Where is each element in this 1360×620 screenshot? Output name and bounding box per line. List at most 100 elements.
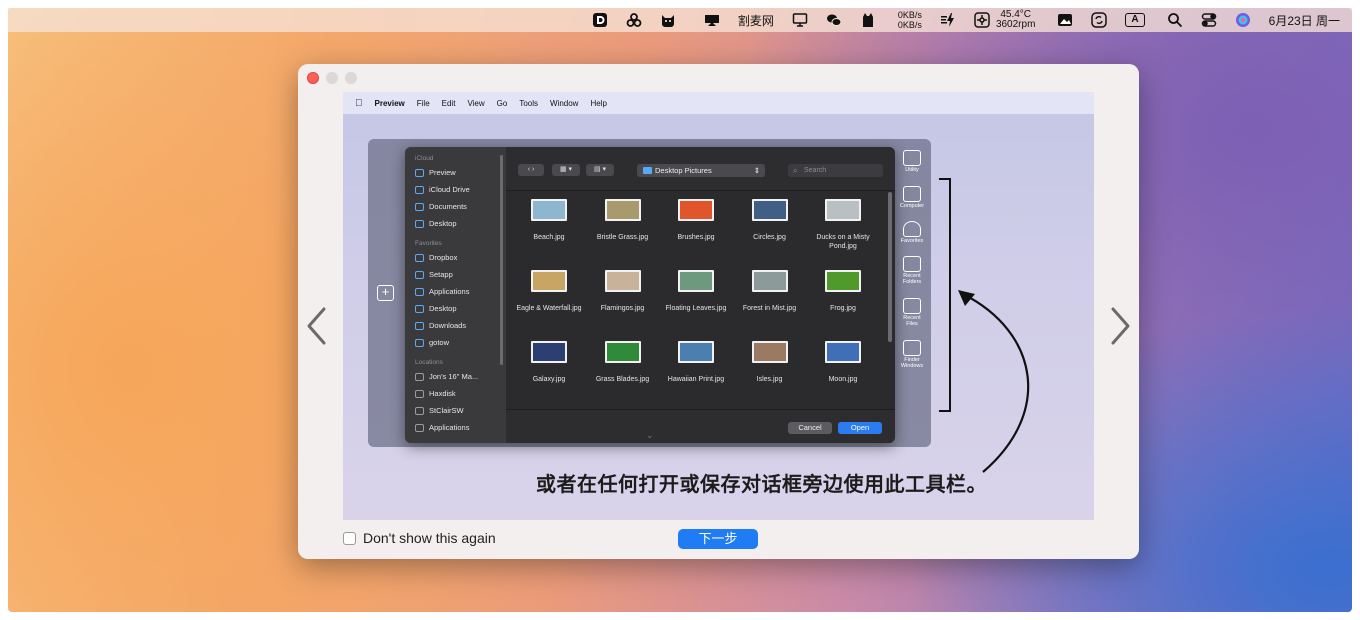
file-thumbnail bbox=[678, 341, 714, 363]
file-name: Circles.jpg bbox=[753, 234, 786, 241]
chevron-left-icon[interactable] bbox=[304, 306, 330, 346]
menu-file: File bbox=[409, 98, 430, 108]
cat-icon[interactable] bbox=[860, 8, 876, 32]
file-name: Forest in Mist.jpg bbox=[742, 305, 797, 312]
dont-show-checkbox[interactable] bbox=[343, 532, 356, 545]
chevron-right-icon[interactable] bbox=[1107, 306, 1133, 346]
sidebar-item-label: Desktop bbox=[429, 304, 457, 313]
toolbar-item-recent-files: Recent Files bbox=[898, 298, 926, 327]
file-item: Floating Leaves.jpg bbox=[659, 270, 733, 340]
path-popup: Desktop Pictures ⇕ bbox=[637, 164, 765, 177]
applications-icon bbox=[415, 287, 424, 296]
d-app-icon[interactable] bbox=[592, 8, 608, 32]
network-speed: 0KB/s 0KB/s bbox=[898, 8, 922, 32]
folder-icon bbox=[643, 167, 652, 174]
file-name: Grass Blades.jpg bbox=[595, 376, 650, 383]
toolbar-item-favorites: Favorites bbox=[898, 221, 926, 244]
toolbar-item-utility: Utility bbox=[898, 150, 926, 173]
menu-bar: 割麦网 0KB/s 0KB/s 45.4°C 3602rpm A 6月23日 周… bbox=[8, 8, 1352, 32]
dialog-main: ‹ › ▦ ▾ ▤ ▾ Desktop Pictures ⇕ ⌕ Search Be… bbox=[506, 147, 895, 443]
menu-view: View bbox=[459, 98, 484, 108]
file-item: Frog.jpg bbox=[806, 270, 880, 340]
monitor-icon[interactable] bbox=[792, 8, 808, 32]
group-mode-icon: ▤ ▾ bbox=[586, 164, 614, 176]
file-item: Bristle Grass.jpg bbox=[586, 199, 660, 269]
file-item: Circles.jpg bbox=[733, 199, 807, 269]
menu-window: Window bbox=[542, 98, 578, 108]
sidebar-item-applications-loc: Applications bbox=[405, 419, 506, 436]
sidebar-item-dropbox: Dropbox bbox=[405, 249, 506, 266]
file-item: Galaxy.jpg bbox=[512, 341, 586, 411]
wangpan-label[interactable]: 割麦网 bbox=[738, 8, 774, 32]
open-dialog: iCloud Preview iCloud Drive Documents De… bbox=[405, 147, 895, 443]
search-placeholder: Search bbox=[804, 167, 827, 174]
sidebar-item-applications: Applications bbox=[405, 283, 506, 300]
clock-datetime[interactable]: 6月23日 周一 bbox=[1269, 8, 1340, 32]
minimize-button bbox=[326, 72, 338, 84]
file-item: Moon.jpg bbox=[806, 341, 880, 411]
desktop-icon bbox=[415, 304, 424, 313]
sidebar-item-label: Applications bbox=[429, 423, 470, 432]
icloud-header: iCloud bbox=[415, 155, 434, 162]
toolbar-item-label: Utility bbox=[905, 167, 919, 173]
path-label: Desktop Pictures bbox=[655, 166, 712, 175]
dialog-sidebar: iCloud Preview iCloud Drive Documents De… bbox=[405, 147, 506, 443]
fan-icon[interactable] bbox=[974, 8, 990, 32]
file-item: Isles.jpg bbox=[733, 341, 807, 411]
file-name: Flamingos.jpg bbox=[600, 305, 645, 312]
siri-icon[interactable] bbox=[1235, 8, 1251, 32]
welcome-window:  Preview File Edit View Go Tools Window… bbox=[298, 64, 1139, 559]
toolbar-item-recent-folders: Recent Folders bbox=[898, 256, 926, 285]
next-button[interactable]: 下一步 bbox=[678, 529, 758, 549]
sidebar-item-setapp: Setapp bbox=[405, 266, 506, 283]
file-name: Ducks on a Misty Pond.jpg bbox=[816, 234, 870, 250]
locations-header: Locations bbox=[415, 359, 443, 366]
display-icon[interactable] bbox=[704, 8, 720, 32]
sidebar-item-label: iCloud Drive bbox=[429, 185, 470, 194]
sync-icon[interactable] bbox=[1091, 8, 1108, 32]
sidebar-item-label: Dropbox bbox=[429, 253, 458, 262]
sidebar-item-desktop-fav: Desktop bbox=[405, 300, 506, 317]
file-thumbnail bbox=[531, 199, 567, 221]
folder-clock-icon bbox=[903, 256, 921, 272]
chevron-down-icon: ⌄ bbox=[646, 430, 654, 440]
battery-bolt-icon[interactable] bbox=[940, 8, 956, 32]
sidebar-scrollbar bbox=[500, 155, 503, 365]
sidebar-item-label: Jon's 16" Ma... bbox=[429, 372, 479, 381]
fan-stats: 45.4°C 3602rpm bbox=[996, 8, 1035, 32]
file-name: Moon.jpg bbox=[828, 376, 858, 383]
control-center-icon[interactable] bbox=[1201, 8, 1217, 32]
utility-icon bbox=[903, 150, 921, 166]
toolbar-item-label: Recent Folders bbox=[902, 273, 922, 285]
file-grid: Beach.jpg Bristle Grass.jpg Brushes.jpg Cir… bbox=[506, 199, 886, 409]
home-icon bbox=[415, 338, 424, 347]
dialog-footer: ⌄ Cancel Open bbox=[506, 409, 895, 443]
cluster-icon[interactable] bbox=[626, 8, 642, 32]
preview-app-menu: Preview bbox=[367, 98, 405, 108]
spotlight-icon[interactable] bbox=[1167, 8, 1183, 32]
file-item: Brushes.jpg bbox=[659, 199, 733, 269]
favorites-header: Favorites bbox=[415, 240, 442, 247]
close-button[interactable] bbox=[307, 72, 319, 84]
dialog-side-toolbar: Utility Computer Favorites Recent Folder… bbox=[898, 150, 926, 440]
input-method-indicator[interactable]: A bbox=[1125, 8, 1145, 32]
input-method-label: A bbox=[1125, 13, 1145, 27]
add-icon: + bbox=[377, 285, 394, 301]
file-name: Beach.jpg bbox=[533, 234, 565, 241]
file-thumbnail bbox=[825, 270, 861, 292]
sidebar-item-downloads: Downloads bbox=[405, 317, 506, 334]
sidebar-item-preview: Preview bbox=[405, 164, 506, 181]
sidebar-item-gotow: gotow bbox=[405, 334, 506, 351]
sidebar-item-icloud-drive: iCloud Drive bbox=[405, 181, 506, 198]
setapp-icon bbox=[415, 270, 424, 279]
file-scrollbar bbox=[888, 192, 892, 342]
sidebar-item-label: gotow bbox=[429, 338, 450, 347]
cat-face-icon[interactable] bbox=[660, 8, 676, 32]
wechat-icon[interactable] bbox=[826, 8, 842, 32]
file-name: Galaxy.jpg bbox=[532, 376, 566, 383]
tutorial-caption: 或者在任何打开或保存对话框旁边使用此工具栏。 bbox=[536, 474, 987, 496]
file-name: Floating Leaves.jpg bbox=[665, 305, 727, 312]
photo-icon[interactable] bbox=[1057, 8, 1073, 32]
apple-icon:  bbox=[355, 98, 363, 109]
dont-show-label[interactable]: Don't show this again bbox=[363, 530, 496, 546]
